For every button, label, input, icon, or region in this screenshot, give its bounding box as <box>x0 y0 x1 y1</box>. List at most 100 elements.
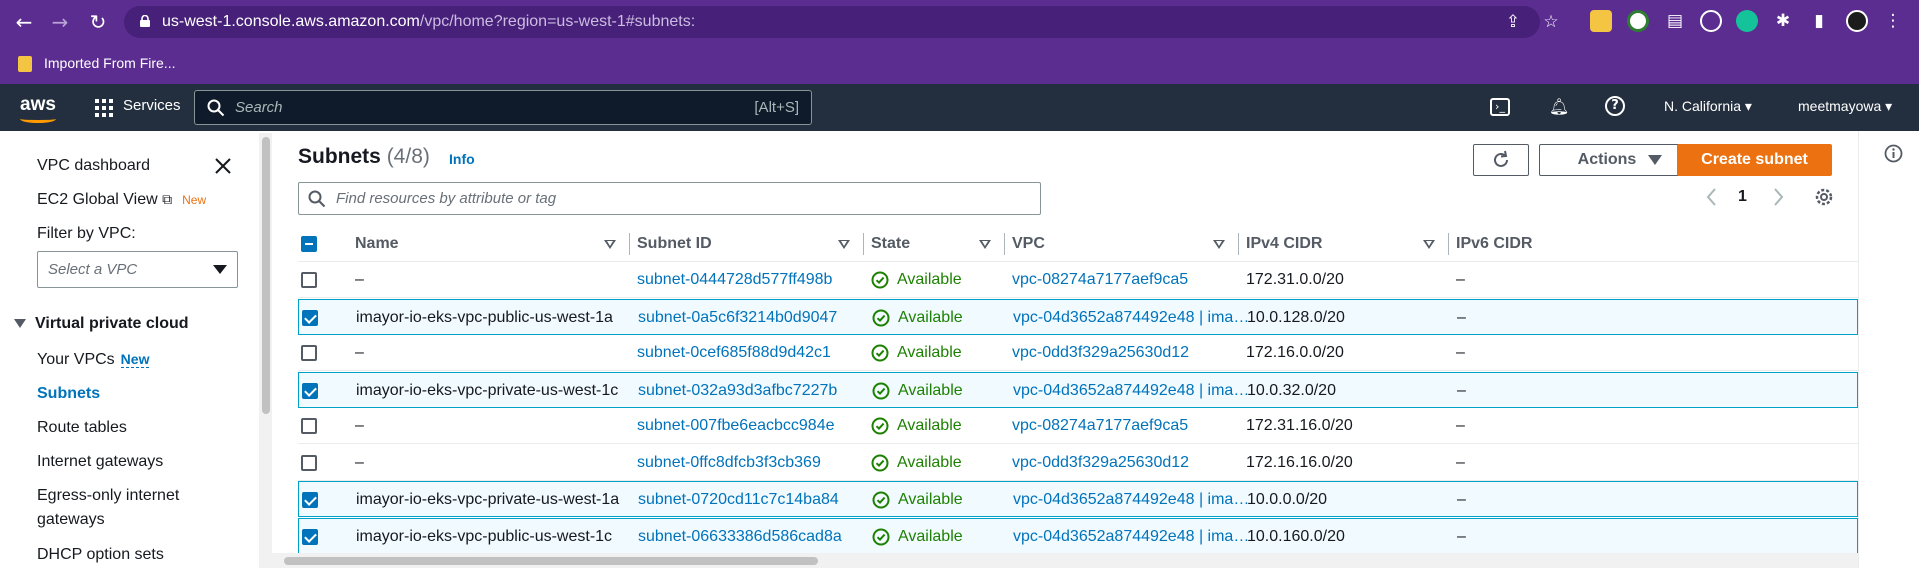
region-selector[interactable]: N. California ▾ <box>1664 98 1752 115</box>
column-ipv4-cidr[interactable]: IPv4 CIDR <box>1246 235 1322 253</box>
notifications-bell-icon[interactable]: 🔔︎ <box>1548 96 1570 118</box>
extensions-puzzle-icon[interactable]: ✱ <box>1772 10 1794 32</box>
back-icon[interactable]: ← <box>12 10 36 34</box>
section-virtual-private-cloud[interactable]: Virtual private cloud <box>14 315 189 333</box>
cell-subnet-id[interactable]: subnet-0444728d577ff498b <box>637 271 832 289</box>
cloudshell-icon[interactable]: ›_ <box>1490 98 1510 116</box>
table-row[interactable]: – subnet-0cef685f88d9d42c1 Available vpc-0d… <box>298 335 1858 371</box>
info-circle-icon[interactable] <box>1884 144 1903 163</box>
nav-subnets[interactable]: Subnets <box>37 385 100 403</box>
nav-dhcp-option-sets[interactable]: DHCP option sets <box>37 546 164 564</box>
aws-logo[interactable]: aws <box>20 94 56 116</box>
row-checkbox[interactable] <box>301 454 317 471</box>
services-menu[interactable]: Services <box>123 97 181 114</box>
cell-subnet-id[interactable]: subnet-032a93d3afbc7227b <box>638 382 837 400</box>
close-icon[interactable] <box>212 155 234 177</box>
column-state[interactable]: State <box>871 235 910 253</box>
nav-egress-only-gateways-line2[interactable]: gateways <box>37 511 105 529</box>
cell-vpc[interactable]: vpc-0dd3f329a25630d12 <box>1012 454 1189 472</box>
extension-keep-icon[interactable] <box>1590 10 1612 32</box>
column-ipv6-cidr[interactable]: IPv6 CIDR <box>1456 235 1532 253</box>
cell-vpc[interactable]: vpc-0dd3f329a25630d12 <box>1012 344 1189 362</box>
cell-state: Available <box>897 344 962 361</box>
horizontal-scroll-thumb[interactable] <box>284 557 818 565</box>
nav-route-tables[interactable]: Route tables <box>37 419 127 437</box>
table-row[interactable]: – subnet-0ffc8dfcb3f3cb369 Available vpc-0d… <box>298 445 1858 481</box>
menu-kebab-icon[interactable]: ⋮ <box>1882 10 1904 32</box>
column-name[interactable]: Name <box>355 235 399 253</box>
column-resizer[interactable] <box>1448 233 1449 255</box>
column-vpc[interactable]: VPC <box>1012 235 1045 253</box>
cell-subnet-id[interactable]: subnet-007fbe6eacbcc984e <box>637 417 835 435</box>
table-row[interactable]: imayor-io-eks-vpc-private-us-west-1a subn… <box>298 481 1858 517</box>
table-row[interactable]: imayor-io-eks-vpc-public-us-west-1c subne… <box>298 517 1858 554</box>
row-checkbox[interactable] <box>301 418 317 434</box>
column-resizer[interactable] <box>629 233 630 255</box>
column-resizer[interactable] <box>1238 233 1239 255</box>
cell-subnet-id[interactable]: subnet-0a5c6f3214b0d9047 <box>638 309 837 327</box>
extension-globe-icon[interactable] <box>1627 10 1649 32</box>
sidenav-scroll-thumb[interactable] <box>262 137 270 414</box>
select-all-checkbox[interactable] <box>301 236 317 252</box>
extension-printer-icon[interactable]: ▤ <box>1664 10 1686 32</box>
find-resources-input[interactable]: Find resources by attribute or tag <box>298 182 1041 215</box>
cell-vpc[interactable]: vpc-08274a7177aef9ca5 <box>1012 417 1188 435</box>
nav-internet-gateways[interactable]: Internet gateways <box>37 453 163 471</box>
cell-subnet-id[interactable]: subnet-0ffc8dfcb3f3cb369 <box>637 454 821 472</box>
gear-icon[interactable] <box>1813 186 1835 208</box>
table-row[interactable]: – subnet-0444728d577ff498b Available vpc-08… <box>298 262 1858 298</box>
cell-subnet-id[interactable]: subnet-06633386d586cad8a <box>638 528 842 546</box>
cell-subnet-id[interactable]: subnet-0cef685f88d9d42c1 <box>637 344 831 362</box>
profile-avatar[interactable] <box>1846 10 1868 32</box>
refresh-button[interactable] <box>1473 144 1529 176</box>
cell-vpc[interactable]: vpc-04d3652a874492e48 | ima… <box>1013 528 1249 546</box>
page-number[interactable]: 1 <box>1738 188 1747 206</box>
create-subnet-button[interactable]: Create subnet <box>1677 144 1832 176</box>
column-resizer[interactable] <box>863 233 864 255</box>
reload-icon[interactable]: ↻ <box>86 10 110 34</box>
check-circle-icon <box>872 309 890 326</box>
star-icon[interactable]: ☆ <box>1540 11 1562 33</box>
row-checkbox[interactable] <box>302 528 318 545</box>
row-checkbox[interactable] <box>302 492 318 508</box>
table-row[interactable]: imayor-io-eks-vpc-public-us-west-1a subne… <box>298 298 1858 335</box>
cell-vpc[interactable]: vpc-08274a7177aef9ca5 <box>1012 271 1188 289</box>
cell-vpc[interactable]: vpc-04d3652a874492e48 | ima… <box>1013 491 1249 509</box>
row-checkbox[interactable] <box>301 345 317 361</box>
refresh-icon <box>1494 150 1508 167</box>
bookmark-imported[interactable]: Imported From Fire... <box>44 55 175 71</box>
extension-grammarly-icon[interactable] <box>1736 10 1758 32</box>
services-grid-icon[interactable] <box>95 99 113 117</box>
address-bar[interactable]: us-west-1.console.aws.amazon.com/vpc/hom… <box>124 6 1559 38</box>
table-row[interactable]: – subnet-007fbe6eacbcc984e Available vpc-08… <box>298 408 1858 444</box>
nav-ec2-global-view[interactable]: EC2 Global View ⧉ New <box>37 191 206 209</box>
sidepanel-icon[interactable]: ▮ <box>1808 10 1830 32</box>
sort-icon[interactable] <box>1213 240 1225 249</box>
nav-vpc-dashboard[interactable]: VPC dashboard <box>37 157 150 175</box>
cell-vpc[interactable]: vpc-04d3652a874492e48 | ima… <box>1013 382 1249 400</box>
sort-icon[interactable] <box>604 240 616 249</box>
row-checkbox[interactable] <box>302 382 318 399</box>
table-row[interactable]: imayor-io-eks-vpc-private-us-west-1c subn… <box>298 371 1858 408</box>
row-checkbox[interactable] <box>302 309 318 326</box>
share-icon[interactable]: ⇪ <box>1502 11 1524 33</box>
previous-page-icon[interactable] <box>1704 187 1720 207</box>
column-subnet-id[interactable]: Subnet ID <box>637 235 712 253</box>
row-checkbox[interactable] <box>301 272 317 288</box>
sort-icon[interactable] <box>1423 240 1435 249</box>
console-search-input[interactable]: Search [Alt+S] <box>194 90 812 125</box>
sort-icon[interactable] <box>979 240 991 249</box>
account-menu[interactable]: meetmayowa ▾ <box>1798 98 1892 115</box>
column-resizer[interactable] <box>1004 233 1005 255</box>
nav-your-vpcs[interactable]: Your VPCs New <box>37 351 150 369</box>
sort-icon[interactable] <box>838 240 850 249</box>
info-link[interactable]: Info <box>449 151 475 167</box>
cell-subnet-id[interactable]: subnet-0720cd11c7c14ba84 <box>638 491 839 509</box>
cell-vpc[interactable]: vpc-04d3652a874492e48 | ima… <box>1013 309 1249 327</box>
nav-egress-only-gateways[interactable]: Egress-only internet <box>37 487 179 505</box>
vpc-filter-select[interactable]: Select a VPC <box>37 251 238 288</box>
next-page-icon[interactable] <box>1770 187 1786 207</box>
help-icon[interactable]: ? <box>1605 96 1625 116</box>
forward-icon[interactable]: → <box>48 10 72 34</box>
extension-block-icon[interactable] <box>1700 10 1722 32</box>
